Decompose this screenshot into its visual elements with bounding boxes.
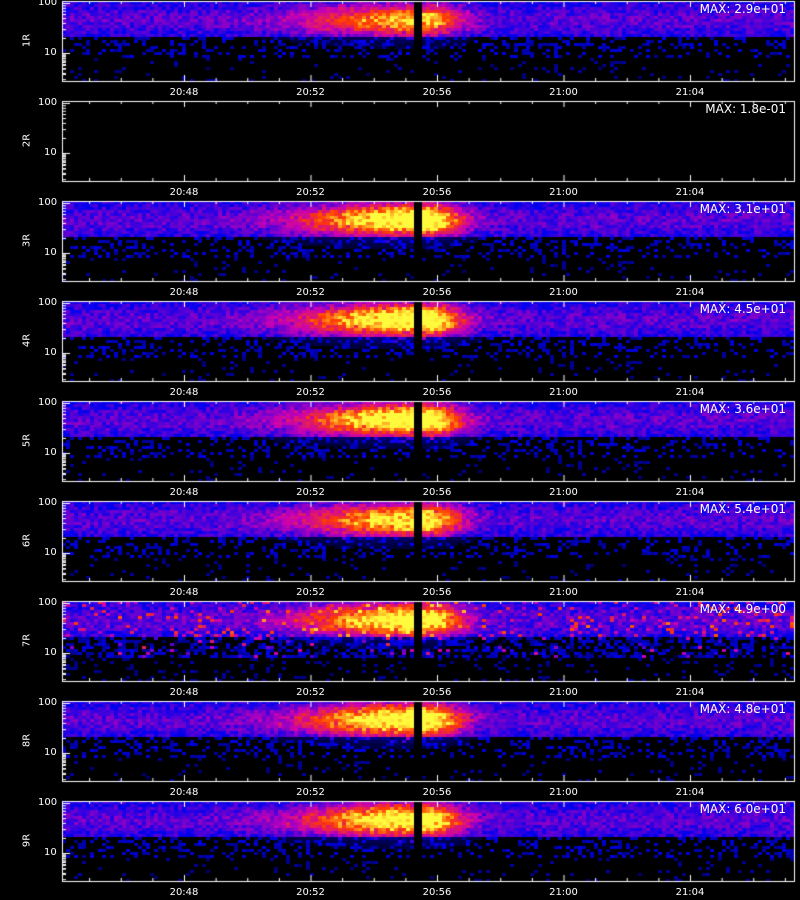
y-tick-label: 100 xyxy=(38,197,58,208)
y-tick-label: 100 xyxy=(38,697,58,708)
panel-y-label: 3R xyxy=(21,233,33,248)
x-tick-label: 20:48 xyxy=(169,887,199,898)
x-tick-label: 21:04 xyxy=(675,387,705,398)
panel-y-label: 9R xyxy=(21,833,33,848)
x-tick-label: 21:00 xyxy=(549,87,578,98)
y-tick-label: 10 xyxy=(44,547,57,558)
x-tick-label: 20:48 xyxy=(169,287,199,298)
x-tick-label: 20:52 xyxy=(296,587,325,598)
y-tick-label: 100 xyxy=(38,797,58,808)
x-tick-label: 21:00 xyxy=(549,887,578,898)
x-tick-label: 21:00 xyxy=(549,687,578,698)
x-tick-label: 21:04 xyxy=(675,487,705,498)
x-tick-label: 20:52 xyxy=(296,787,325,798)
x-tick-label: 21:00 xyxy=(549,187,578,198)
x-tick-label: 21:04 xyxy=(675,887,705,898)
y-tick-label: 100 xyxy=(38,497,58,508)
y-tick-label: 10 xyxy=(44,747,57,758)
x-tick-label: 20:56 xyxy=(422,287,452,298)
x-tick-label: 20:48 xyxy=(169,787,199,798)
y-tick-label: 10 xyxy=(44,647,57,658)
x-tick-label: 21:04 xyxy=(675,787,705,798)
y-tick-label: 10 xyxy=(44,347,57,358)
x-tick-label: 21:04 xyxy=(675,587,705,598)
y-tick-label: 100 xyxy=(38,297,58,308)
x-tick-label: 21:00 xyxy=(549,487,578,498)
y-tick-label: 10 xyxy=(44,847,57,858)
x-tick-label: 20:48 xyxy=(169,587,199,598)
max-value-label: MAX: 3.6e+01 xyxy=(699,402,786,416)
y-tick-label: 10 xyxy=(44,147,57,158)
x-tick-label: 20:56 xyxy=(422,87,452,98)
x-tick-label: 21:04 xyxy=(675,287,705,298)
y-tick-label: 100 xyxy=(38,397,58,408)
x-tick-label: 20:56 xyxy=(422,887,452,898)
x-tick-label: 20:52 xyxy=(296,387,325,398)
x-tick-label: 20:48 xyxy=(169,687,199,698)
y-tick-label: 10 xyxy=(44,447,57,458)
x-tick-label: 21:04 xyxy=(675,87,705,98)
max-value-label: MAX: 5.4e+01 xyxy=(699,502,786,516)
x-tick-label: 20:56 xyxy=(422,487,452,498)
max-value-label: MAX: 6.0e+01 xyxy=(699,802,786,816)
panel-y-label: 4R xyxy=(21,333,33,348)
x-tick-label: 20:56 xyxy=(422,187,452,198)
max-value-label: MAX: 3.1e+01 xyxy=(699,202,786,216)
y-tick-label: 10 xyxy=(44,247,57,258)
max-value-label: MAX: 4.8e+01 xyxy=(699,702,786,716)
x-tick-label: 21:00 xyxy=(549,287,578,298)
x-tick-label: 20:48 xyxy=(169,87,199,98)
x-tick-label: 21:00 xyxy=(549,787,578,798)
max-value-label: MAX: 4.5e+01 xyxy=(699,302,786,316)
panel-y-label: 2R xyxy=(21,133,33,148)
x-tick-label: 20:48 xyxy=(169,487,199,498)
x-tick-label: 20:56 xyxy=(422,587,452,598)
x-tick-label: 20:48 xyxy=(169,387,199,398)
y-tick-label: 100 xyxy=(38,597,58,608)
x-tick-label: 20:56 xyxy=(422,387,452,398)
max-value-label: MAX: 2.9e+01 xyxy=(699,2,786,16)
x-tick-label: 21:00 xyxy=(549,587,578,598)
y-tick-label: 100 xyxy=(38,0,58,8)
spectrogram-canvas xyxy=(0,0,800,900)
x-tick-label: 21:04 xyxy=(675,187,705,198)
x-tick-label: 20:52 xyxy=(296,487,325,498)
panel-y-label: 8R xyxy=(21,733,33,748)
x-tick-label: 20:52 xyxy=(296,287,325,298)
panel-y-label: 5R xyxy=(21,433,33,448)
x-tick-label: 20:52 xyxy=(296,187,325,198)
x-tick-label: 21:04 xyxy=(675,687,705,698)
panel-y-label: 1R xyxy=(21,33,33,48)
x-tick-label: 20:56 xyxy=(422,787,452,798)
x-tick-label: 20:52 xyxy=(296,887,325,898)
y-tick-label: 100 xyxy=(38,97,58,108)
x-tick-label: 20:52 xyxy=(296,687,325,698)
x-tick-label: 20:48 xyxy=(169,187,199,198)
panel-y-label: 7R xyxy=(21,633,33,648)
x-tick-label: 20:52 xyxy=(296,87,325,98)
panel-y-label: 6R xyxy=(21,533,33,548)
x-tick-label: 20:56 xyxy=(422,687,452,698)
max-value-label: MAX: 4.9e+00 xyxy=(699,602,786,616)
x-tick-label: 21:00 xyxy=(549,387,578,398)
y-tick-label: 10 xyxy=(44,47,57,58)
max-value-label: MAX: 1.8e-01 xyxy=(705,102,786,116)
